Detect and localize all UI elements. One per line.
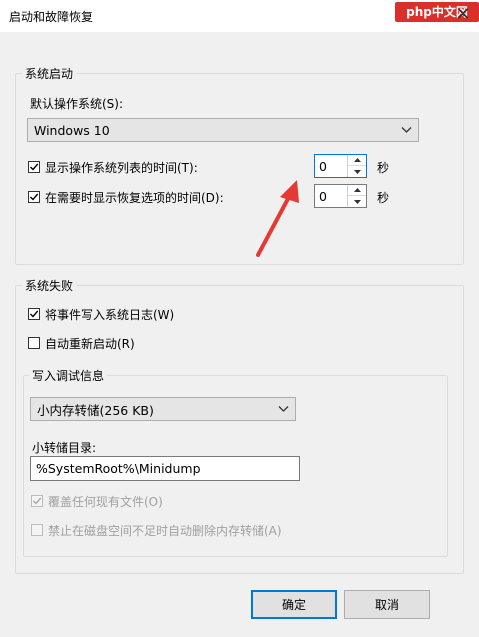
chevron-down-icon (401, 127, 412, 133)
disable-auto-delete-checkbox[interactable] (31, 524, 43, 536)
disable-auto-delete-label: 禁止在磁盘空间不足时自动删除内存转储(A) (48, 524, 282, 538)
annotation-arrow-icon (256, 180, 299, 257)
window-title: 启动和故障恢复 (9, 10, 94, 24)
show-recovery-checkbox[interactable] (28, 191, 40, 203)
show-recovery-value: 0 (319, 188, 327, 204)
checkmark-icon (30, 193, 39, 201)
checkmark-icon (30, 310, 39, 318)
show-recovery-label: 在需要时显示恢复选项的时间(D): (45, 191, 224, 205)
show-os-list-stepper[interactable]: 0 (314, 154, 367, 178)
write-event-log-label: 将事件写入系统日志(W) (45, 308, 175, 322)
show-os-list-value: 0 (319, 158, 327, 174)
ok-button[interactable]: 确定 (251, 590, 337, 619)
auto-restart-checkbox[interactable] (28, 337, 40, 349)
checkmark-icon (33, 497, 42, 505)
show-os-list-label: 显示操作系统列表的时间(T): (45, 161, 198, 175)
show-recovery-unit: 秒 (377, 191, 390, 205)
stepper-buttons (347, 155, 366, 177)
auto-restart-label: 自动重新启动(R) (45, 337, 135, 351)
failure-group-label: 系统失败 (22, 277, 77, 294)
dump-dir-label: 小转储目录: (32, 441, 97, 455)
default-os-label: 默认操作系统(S): (30, 97, 124, 111)
stepper-up-button[interactable] (348, 155, 366, 166)
stepper-down-button[interactable] (348, 196, 366, 207)
stepper-buttons (347, 185, 366, 207)
cancel-button[interactable]: 取消 (344, 590, 430, 619)
show-recovery-stepper[interactable]: 0 (314, 184, 367, 208)
default-os-value: Windows 10 (34, 122, 110, 138)
dump-type-value: 小内存转储(256 KB) (37, 402, 154, 418)
overwrite-checkbox[interactable] (31, 495, 43, 507)
caret-down-icon (353, 199, 361, 204)
show-os-list-checkbox[interactable] (28, 161, 40, 173)
caret-up-icon (353, 158, 361, 162)
dump-dir-value: %SystemRoot%\Minidump (36, 461, 201, 476)
checkmark-icon (30, 163, 39, 171)
overwrite-label: 覆盖任何现有文件(O) (48, 495, 163, 509)
stepper-down-button[interactable] (348, 166, 366, 177)
write-event-log-checkbox[interactable] (28, 308, 40, 320)
startup-group-label: 系统启动 (22, 65, 77, 82)
stepper-up-button[interactable] (348, 185, 366, 196)
dump-type-select[interactable]: 小内存转储(256 KB) (30, 397, 296, 421)
default-os-select[interactable]: Windows 10 (27, 118, 419, 142)
dump-dir-input[interactable]: %SystemRoot%\Minidump (30, 456, 300, 481)
debug-info-group-label: 写入调试信息 (29, 367, 108, 384)
show-os-list-unit: 秒 (377, 161, 390, 175)
close-button[interactable]: ✕ (451, 3, 475, 27)
caret-up-icon (353, 188, 361, 192)
caret-down-icon (353, 169, 361, 174)
chevron-down-icon (278, 406, 289, 412)
